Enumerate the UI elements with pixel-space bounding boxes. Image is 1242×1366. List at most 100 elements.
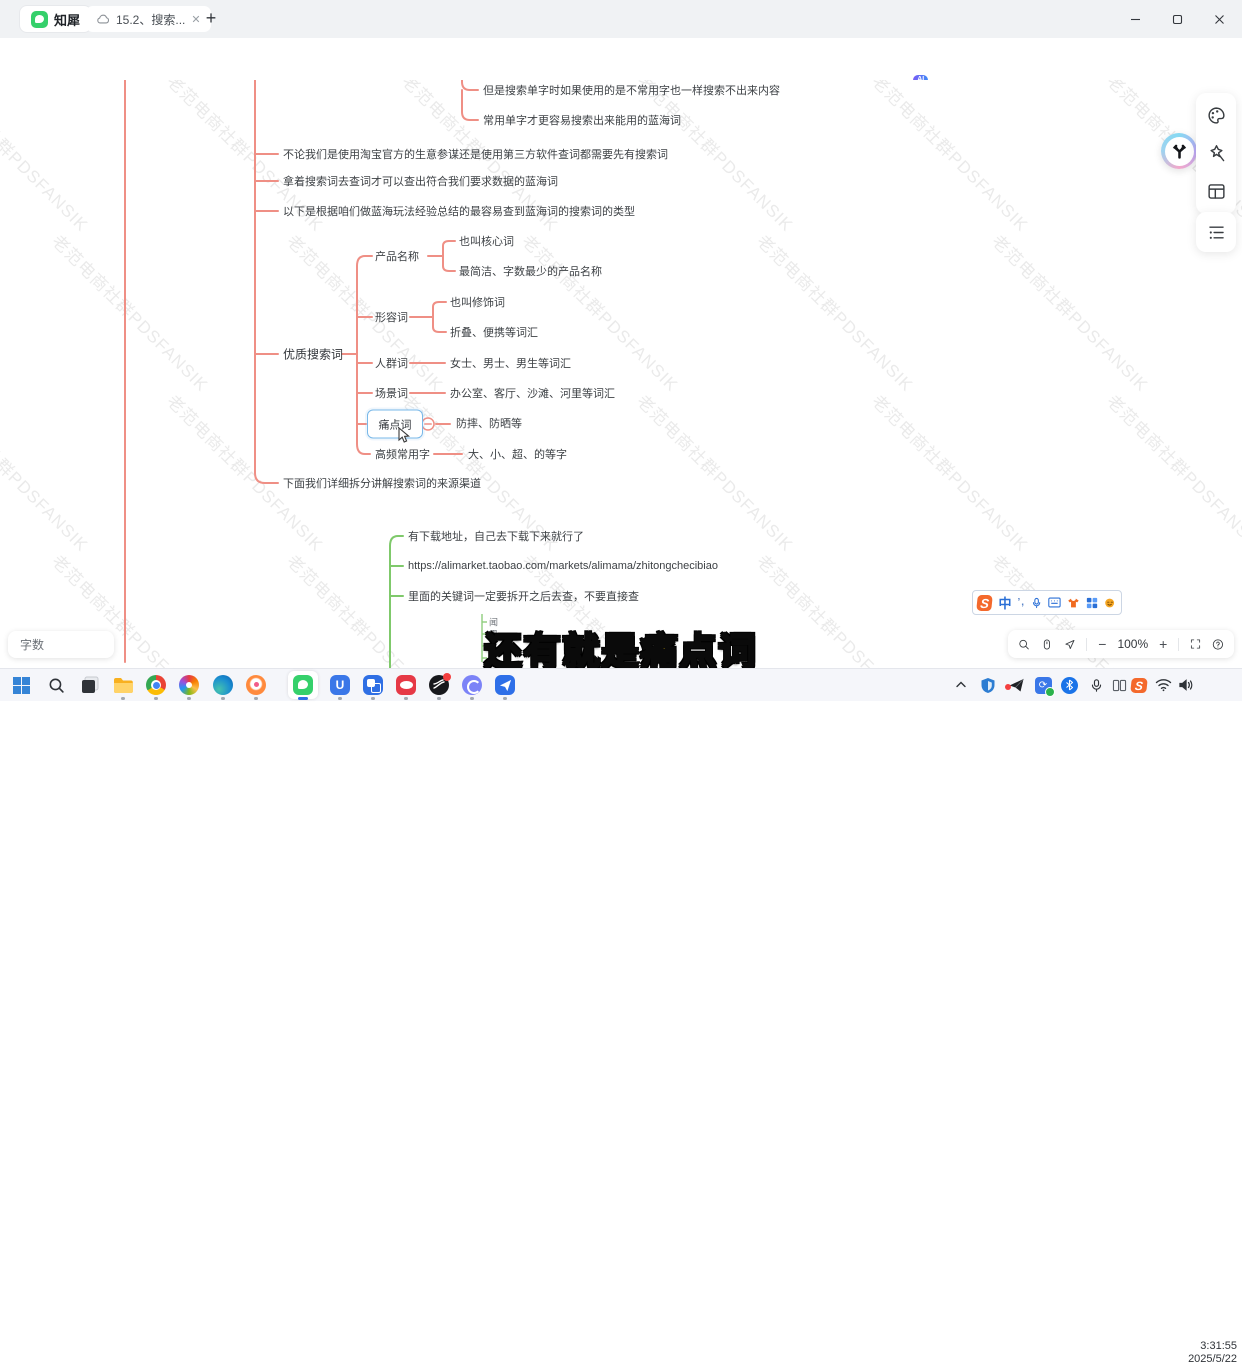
window-controls (1114, 0, 1240, 38)
ime-emoji-icon[interactable] (1104, 596, 1117, 610)
ime-language-indicator[interactable]: 中 (998, 593, 1011, 612)
sync-app-tray-icon[interactable]: ⟳ (1032, 674, 1054, 696)
mindmap-node[interactable]: 形容词 (375, 309, 408, 325)
zoom-toolbar: − 100% + (1008, 630, 1234, 658)
outline-panel (1196, 212, 1236, 252)
mindmap-node[interactable]: https://alimarket.taobao.com/markets/ali… (408, 560, 718, 572)
sogou-tray-logo: S (1130, 678, 1148, 693)
edge-icon[interactable] (212, 674, 234, 696)
locate-center-icon[interactable] (1064, 637, 1076, 652)
zoom-out-button[interactable]: − (1098, 637, 1106, 651)
sogou-tray-icon[interactable]: S (1128, 674, 1150, 696)
outline-list-icon[interactable] (1207, 223, 1226, 242)
help-icon[interactable] (1212, 637, 1224, 652)
ime-toolbar: S 中 ’, (972, 590, 1122, 615)
mouse-cursor-icon (396, 427, 411, 444)
app-icon-purple-circle[interactable] (461, 674, 483, 696)
divider (1086, 638, 1087, 651)
zhixi-assistant-button[interactable] (1161, 133, 1197, 169)
mindmap-node[interactable]: 有下载地址，自己去下载下来就行了 (408, 528, 584, 544)
maximize-button[interactable] (1156, 0, 1198, 38)
divider (1178, 638, 1179, 651)
fullscreen-icon[interactable] (1190, 637, 1201, 651)
app-home-tab[interactable]: 知犀 (20, 6, 91, 32)
taskbar-clock[interactable]: 3:31:55 2025/5/22 (1188, 1340, 1237, 1366)
app-icon-red-oval[interactable] (395, 674, 417, 696)
ime-punctuation-indicator[interactable]: ’, (1018, 597, 1026, 608)
ime-mic-icon[interactable] (1031, 596, 1042, 610)
mindmap-node[interactable]: 下面我们详细拆分讲解搜索词的来源渠道 (283, 475, 481, 491)
mindmap-node[interactable]: 优质搜索词 (283, 346, 343, 363)
mindmap-node[interactable]: 女士、男士、男生等词汇 (450, 355, 571, 371)
mindmap-canvas[interactable]: 老范电商社群PDSFANSIK老范电商社群PDSFANSIK老范电商社群PDSF… (0, 80, 1242, 668)
sogou-logo-icon[interactable]: S (976, 595, 993, 611)
security-shield-icon[interactable] (977, 674, 999, 696)
mindmap-node-selected[interactable]: 痛点词 (367, 410, 423, 439)
cloud-icon (96, 12, 110, 26)
title-bar: 知犀 15.2、搜索... ✕ + (0, 0, 1242, 38)
mindmap-node[interactable]: 最简洁、字数最少的产品名称 (459, 263, 602, 279)
start-button[interactable] (10, 674, 32, 696)
clock-date: 2025/5/22 (1188, 1353, 1237, 1366)
magic-wand-icon[interactable] (1207, 144, 1226, 163)
zoom-in-button[interactable]: + (1159, 637, 1167, 651)
mic-tray-icon[interactable] (1085, 674, 1107, 696)
mindmap-node[interactable]: 人群词 (375, 355, 408, 371)
mindmap-node[interactable]: 里面的关键词一定要拆开之后去查，不要直接查 (408, 588, 639, 604)
mindmap-node[interactable]: 也叫修饰词 (450, 294, 505, 310)
zhixi-logo-icon (31, 11, 48, 28)
mindmap-connectors (0, 80, 1242, 668)
file-explorer-icon[interactable] (112, 674, 134, 696)
mindmap-node[interactable]: 常用单字才更容易搜索出来能用的蓝海词 (483, 112, 681, 128)
app-icon-orange-browser[interactable] (245, 674, 267, 696)
mindmap-node[interactable]: 搜索单字查词 (380, 80, 446, 81)
minimize-button[interactable] (1114, 0, 1156, 38)
input-indicator-icon[interactable] (1108, 674, 1130, 696)
app-icon-blue-u[interactable]: U (329, 674, 351, 696)
mindmap-node[interactable]: 折叠、便携等词汇 (450, 324, 538, 340)
bluetooth-icon[interactable] (1058, 674, 1080, 696)
windows-taskbar: U (0, 668, 1242, 701)
mindmap-node[interactable]: 以下是根据咱们做蓝海玩法经验总结的最容易查到蓝海词的搜索词的类型 (283, 203, 635, 219)
close-button[interactable] (1198, 0, 1240, 38)
telegram-tray-icon[interactable] (1005, 674, 1027, 696)
chrome-icon[interactable] (145, 674, 167, 696)
mindmap-node[interactable]: 但是搜索单字时如果使用的是不常用字也一样搜索不出来内容 (483, 82, 780, 98)
taskbar-search-icon[interactable] (45, 674, 67, 696)
app-icon-black-notification[interactable] (428, 674, 450, 696)
style-panel (1196, 93, 1236, 214)
drag-mode-icon[interactable] (1041, 637, 1053, 652)
mindmap-node[interactable]: 办公室、客厅、沙滩、河里等词汇 (450, 385, 615, 401)
word-count-pill: 字数 (8, 631, 114, 658)
video-subtitle: 还有就是痛点词 (485, 621, 758, 675)
mindmap-node[interactable]: 不论我们是使用淘宝官方的生意参谋还是使用第三方软件查词都需要先有搜索词 (283, 146, 668, 162)
mindmap-node[interactable]: 产品名称 (375, 248, 419, 264)
mindmap-node[interactable]: 大、小、超、的等字 (468, 446, 567, 462)
new-tab-button[interactable]: + (200, 5, 222, 31)
toolbar: 已保存 主题子主题关联线概要备注语音图片图标链接双向链接附件公式表格代码块AI灵… (0, 38, 1242, 81)
document-tab[interactable]: 15.2、搜索... ✕ (86, 6, 211, 32)
tray-expand-chevron[interactable] (950, 674, 972, 696)
word-count-label: 字数 (20, 636, 44, 653)
mindmap-node[interactable]: 场景词 (375, 385, 408, 401)
zoom-level[interactable]: 100% (1117, 637, 1148, 651)
mindmap-node[interactable]: 也叫核心词 (459, 233, 514, 249)
theme-palette-icon[interactable] (1207, 106, 1226, 125)
app-icon-blue-plane[interactable] (494, 674, 516, 696)
layout-structure-icon[interactable] (1207, 182, 1226, 201)
zhixi-app-icon[interactable] (292, 674, 314, 696)
mindmap-node[interactable]: 高频常用字 (375, 446, 430, 462)
ime-skin-icon[interactable] (1067, 596, 1080, 610)
app-name: 知犀 (54, 10, 80, 29)
volume-icon[interactable] (1175, 674, 1197, 696)
pinwheel-browser-icon[interactable] (178, 674, 200, 696)
task-view-icon[interactable] (79, 674, 101, 696)
ime-toolbox-icon[interactable] (1086, 596, 1098, 610)
collapse-toggle[interactable] (422, 418, 434, 430)
wifi-icon[interactable] (1152, 674, 1174, 696)
search-icon[interactable] (1018, 637, 1030, 652)
ime-keyboard-icon[interactable] (1048, 596, 1061, 609)
mindmap-node[interactable]: 防摔、防晒等 (456, 415, 522, 431)
app-icon-blue-overlap[interactable] (362, 674, 384, 696)
mindmap-node[interactable]: 拿着搜索词去查词才可以查出符合我们要求数据的蓝海词 (283, 173, 558, 189)
